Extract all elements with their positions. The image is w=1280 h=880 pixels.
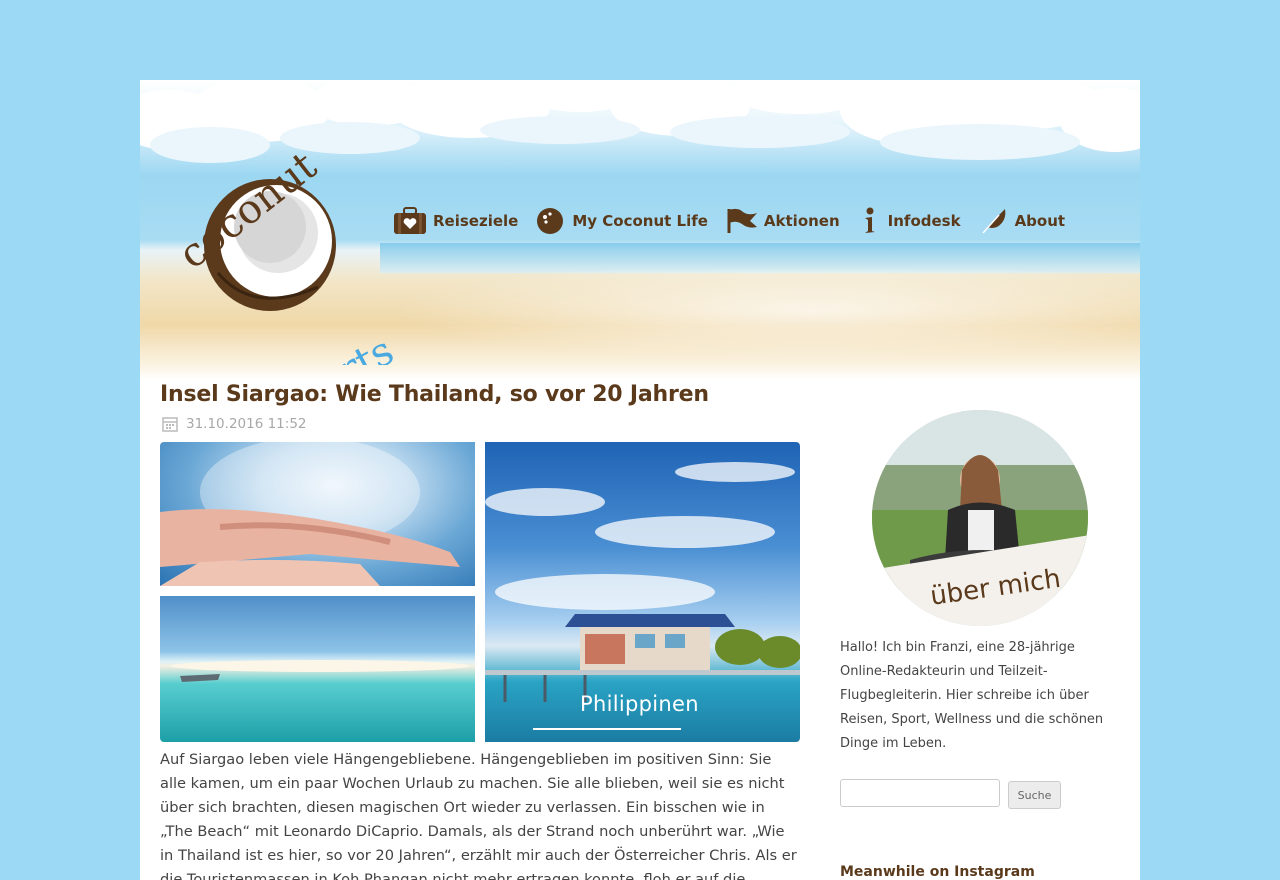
post-body: Auf Siargao leben viele Hängengebliebene… xyxy=(160,751,797,880)
caption-underline xyxy=(533,728,681,730)
nav-label: Reiseziele xyxy=(433,212,519,230)
search-button[interactable]: Suche xyxy=(1008,781,1061,809)
coconut-icon xyxy=(537,208,564,234)
info-icon xyxy=(864,207,875,233)
jellyfish-photo xyxy=(160,442,475,586)
nav-item-infodesk[interactable]: Infodesk xyxy=(858,207,961,235)
nav-item-reiseziele[interactable]: Reiseziele xyxy=(393,207,518,235)
suitcase-icon xyxy=(394,207,426,234)
logo-text-sports: sports xyxy=(268,328,398,365)
nav-item-my-coconut-life[interactable]: My Coconut Life xyxy=(536,207,708,235)
site-header: coconut sports Reiseziele xyxy=(140,80,1140,380)
instagram-widget-title: Meanwhile on Instagram xyxy=(840,864,1035,880)
image-caption: Philippinen xyxy=(580,692,699,716)
nav-label: About xyxy=(1014,212,1066,230)
nav-item-aktionen[interactable]: Aktionen xyxy=(726,207,840,235)
post-title[interactable]: Insel Siargao: Wie Thailand, so vor 20 J… xyxy=(160,382,709,407)
feather-icon xyxy=(981,209,1005,234)
main-nav: Reiseziele My Coconut Life Aktionen Info… xyxy=(393,207,1083,235)
hand-photo-shape xyxy=(160,442,460,586)
nav-label: My Coconut Life xyxy=(572,212,708,230)
profile-photo: über mich xyxy=(872,410,1088,626)
beach-photo xyxy=(160,596,475,742)
post-date-text: 31.10.2016 11:52 xyxy=(186,416,307,432)
site-logo[interactable]: coconut sports xyxy=(158,135,398,365)
page-container: coconut sports Reiseziele xyxy=(140,80,1140,880)
sandbank-shape xyxy=(170,660,470,682)
post-featured-image[interactable]: Philippinen xyxy=(160,442,800,742)
about-me-widget[interactable]: über mich xyxy=(870,410,1090,630)
nav-label: Infodesk xyxy=(887,212,961,230)
post-date: 31.10.2016 11:52 xyxy=(162,416,307,432)
flag-icon xyxy=(727,208,757,233)
pier-photo: Philippinen xyxy=(485,442,800,742)
sea-band xyxy=(380,243,1140,273)
search-input[interactable] xyxy=(840,779,1000,807)
about-me-text: Hallo! Ich bin Franzi, eine 28-jährige O… xyxy=(840,640,1104,751)
sand-shine xyxy=(320,270,1140,370)
nav-item-about[interactable]: About xyxy=(979,207,1066,235)
nav-label: Aktionen xyxy=(763,212,840,230)
calendar-icon xyxy=(162,417,178,432)
